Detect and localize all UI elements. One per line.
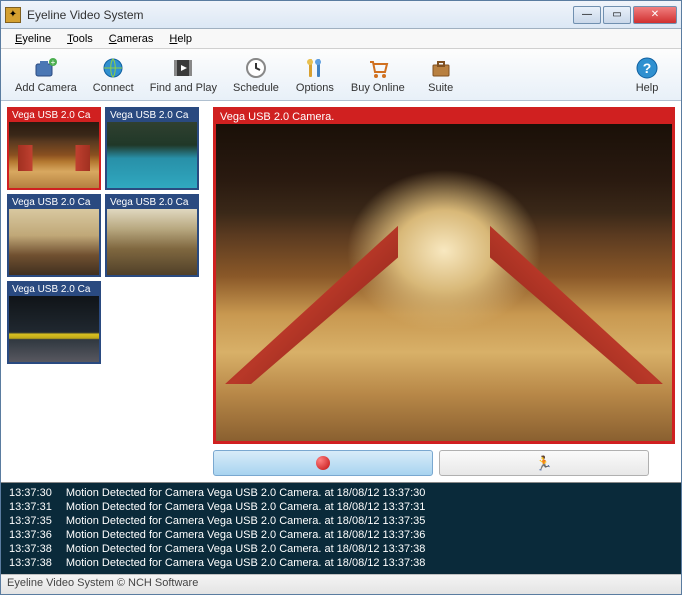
camera-thumb-image [9, 296, 99, 362]
motion-button[interactable]: 🏃 [439, 450, 649, 476]
svg-text:+: + [51, 58, 56, 67]
menu-eyeline[interactable]: Eyeline [7, 31, 59, 47]
content-area: Vega USB 2.0 Ca Vega USB 2.0 Ca Vega USB 2… [1, 101, 681, 482]
connect-label: Connect [93, 82, 134, 94]
log-time: 13:37:35 [9, 514, 52, 528]
connect-button[interactable]: Connect [85, 54, 142, 96]
briefcase-icon [429, 56, 453, 80]
camera-thumb-label: Vega USB 2.0 Ca [107, 109, 197, 122]
camera-thumb-image [9, 122, 99, 188]
log-message: Motion Detected for Camera Vega USB 2.0 … [66, 514, 426, 528]
camera-thumbnails: Vega USB 2.0 Ca Vega USB 2.0 Ca Vega USB 2… [7, 107, 207, 476]
camera-thumb-label: Vega USB 2.0 Ca [9, 109, 99, 122]
close-button[interactable]: ✕ [633, 6, 677, 24]
camera-thumb-label: Vega USB 2.0 Ca [9, 196, 99, 209]
toolbar: + Add Camera Connect Find and Play Sched… [1, 49, 681, 101]
log-row: 13:37:36 Motion Detected for Camera Vega … [9, 528, 673, 542]
film-icon [171, 56, 195, 80]
log-row: 13:37:30 Motion Detected for Camera Vega … [9, 486, 673, 500]
log-time: 13:37:36 [9, 528, 52, 542]
cart-icon [366, 56, 390, 80]
suite-label: Suite [428, 82, 453, 94]
help-label: Help [636, 82, 659, 94]
options-button[interactable]: Options [287, 54, 343, 96]
clock-icon [244, 56, 268, 80]
preview-pane: Vega USB 2.0 Camera. 🏃 [213, 107, 675, 476]
status-text: Eyeline Video System © NCH Software [7, 577, 198, 589]
preview-image [216, 124, 672, 441]
camera-thumb-2[interactable]: Vega USB 2.0 Ca [7, 194, 101, 277]
help-icon: ? [635, 56, 659, 80]
log-message: Motion Detected for Camera Vega USB 2.0 … [66, 556, 426, 570]
minimize-button[interactable]: — [573, 6, 601, 24]
log-row: 13:37:38 Motion Detected for Camera Vega … [9, 542, 673, 556]
log-time: 13:37:31 [9, 500, 52, 514]
log-time: 13:37:38 [9, 556, 52, 570]
preview-controls: 🏃 [213, 450, 675, 476]
record-button[interactable] [213, 450, 433, 476]
titlebar[interactable]: ✦ Eyeline Video System — ▭ ✕ [1, 1, 681, 29]
suite-button[interactable]: Suite [413, 54, 469, 96]
camera-plus-icon: + [34, 56, 58, 80]
menu-help[interactable]: Help [161, 31, 200, 47]
log-message: Motion Detected for Camera Vega USB 2.0 … [66, 500, 426, 514]
log-row: 13:37:38 Motion Detected for Camera Vega … [9, 556, 673, 570]
menu-cameras[interactable]: Cameras [101, 31, 162, 47]
preview-frame[interactable]: Vega USB 2.0 Camera. [213, 107, 675, 444]
log-row: 13:37:35 Motion Detected for Camera Vega … [9, 514, 673, 528]
status-bar: Eyeline Video System © NCH Software [1, 574, 681, 594]
log-time: 13:37:30 [9, 486, 52, 500]
record-icon [316, 456, 330, 470]
menu-tools[interactable]: Tools [59, 31, 101, 47]
log-message: Motion Detected for Camera Vega USB 2.0 … [66, 486, 426, 500]
camera-thumb-4[interactable]: Vega USB 2.0 Ca [7, 281, 101, 364]
buy-label: Buy Online [351, 82, 405, 94]
svg-text:?: ? [643, 60, 652, 76]
options-label: Options [296, 82, 334, 94]
globe-icon [101, 56, 125, 80]
camera-thumb-image [107, 209, 197, 275]
camera-thumb-1[interactable]: Vega USB 2.0 Ca [105, 107, 199, 190]
preview-label: Vega USB 2.0 Camera. [216, 110, 672, 124]
window-title: Eyeline Video System [27, 8, 571, 22]
log-row: 13:37:31 Motion Detected for Camera Vega … [9, 500, 673, 514]
maximize-button[interactable]: ▭ [603, 6, 631, 24]
camera-thumb-image [9, 209, 99, 275]
event-log[interactable]: 13:37:30 Motion Detected for Camera Vega … [1, 482, 681, 574]
app-icon: ✦ [5, 7, 21, 23]
help-button[interactable]: ? Help [619, 54, 675, 96]
run-icon: 🏃 [535, 455, 552, 472]
tools-icon [303, 56, 327, 80]
log-message: Motion Detected for Camera Vega USB 2.0 … [66, 542, 426, 556]
log-message: Motion Detected for Camera Vega USB 2.0 … [66, 528, 426, 542]
camera-thumb-image [107, 122, 197, 188]
app-window: ✦ Eyeline Video System — ▭ ✕ Eyeline Too… [0, 0, 682, 595]
find-play-button[interactable]: Find and Play [142, 54, 225, 96]
add-camera-label: Add Camera [15, 82, 77, 94]
camera-thumb-label: Vega USB 2.0 Ca [9, 283, 99, 296]
add-camera-button[interactable]: + Add Camera [7, 54, 85, 96]
schedule-button[interactable]: Schedule [225, 54, 287, 96]
log-time: 13:37:38 [9, 542, 52, 556]
camera-thumb-label: Vega USB 2.0 Ca [107, 196, 197, 209]
menubar: Eyeline Tools Cameras Help [1, 29, 681, 49]
schedule-label: Schedule [233, 82, 279, 94]
camera-thumb-3[interactable]: Vega USB 2.0 Ca [105, 194, 199, 277]
camera-thumb-0[interactable]: Vega USB 2.0 Ca [7, 107, 101, 190]
find-play-label: Find and Play [150, 82, 217, 94]
buy-online-button[interactable]: Buy Online [343, 54, 413, 96]
